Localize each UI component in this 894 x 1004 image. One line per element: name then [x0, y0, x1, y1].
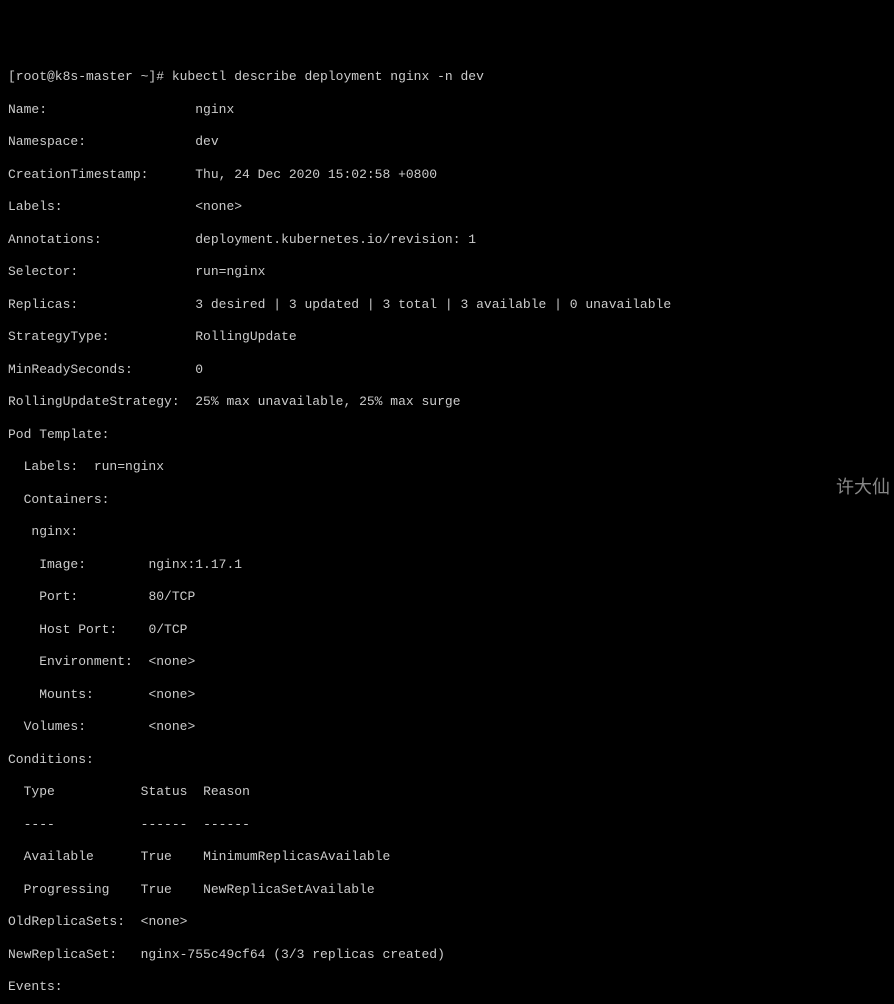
cond-type: Progressing	[8, 882, 109, 897]
value: <none>	[148, 654, 195, 669]
conditions-cols: Type Status Reason	[8, 784, 886, 800]
field-rolling: RollingUpdateStrategy: 25% max unavailab…	[8, 394, 886, 410]
pod-port: Port: 80/TCP	[8, 589, 886, 605]
cond-reason: MinimumReplicasAvailable	[203, 849, 390, 864]
value: 3 desired | 3 updated | 3 total | 3 avai…	[195, 297, 671, 312]
label: NewReplicaSet:	[8, 947, 117, 962]
pod-mounts: Mounts: <none>	[8, 687, 886, 703]
field-labels: Labels: <none>	[8, 199, 886, 215]
field-namespace: Namespace: dev	[8, 134, 886, 150]
cond-status: True	[141, 882, 172, 897]
sep: ------	[203, 817, 250, 832]
label: Name:	[8, 102, 47, 117]
value: run=nginx	[195, 264, 265, 279]
events-header: Events:	[8, 979, 886, 995]
label: Environment:	[8, 654, 133, 669]
sep: ------	[141, 817, 188, 832]
conditions-header: Conditions:	[8, 752, 886, 768]
value: 0	[195, 362, 203, 377]
sep: ----	[8, 817, 55, 832]
col-type: Type	[8, 784, 55, 799]
field-replicas: Replicas: 3 desired | 3 updated | 3 tota…	[8, 297, 886, 313]
label: MinReadySeconds:	[8, 362, 133, 377]
condition-row-available: Available True MinimumReplicasAvailable	[8, 849, 886, 865]
pod-image: Image: nginx:1.17.1	[8, 557, 886, 573]
value: 80/TCP	[148, 589, 195, 604]
field-minready: MinReadySeconds: 0	[8, 362, 886, 378]
label: Replicas:	[8, 297, 78, 312]
label: Volumes:	[8, 719, 86, 734]
field-timestamp: CreationTimestamp: Thu, 24 Dec 2020 15:0…	[8, 167, 886, 183]
value: Thu, 24 Dec 2020 15:02:58 +0800	[195, 167, 437, 182]
label: Namespace:	[8, 134, 86, 149]
label: CreationTimestamp:	[8, 167, 148, 182]
cond-reason: NewReplicaSetAvailable	[203, 882, 375, 897]
field-selector: Selector: run=nginx	[8, 264, 886, 280]
pod-volumes: Volumes: <none>	[8, 719, 886, 735]
col-reason: Reason	[203, 784, 250, 799]
value: 25% max unavailable, 25% max surge	[195, 394, 460, 409]
label: RollingUpdateStrategy:	[8, 394, 180, 409]
shell-prompt: [root@k8s-master ~]#	[8, 69, 172, 84]
cond-type: Available	[8, 849, 94, 864]
label: Image:	[8, 557, 86, 572]
value: <none>	[148, 687, 195, 702]
value: RollingUpdate	[195, 329, 296, 344]
label: OldReplicaSets:	[8, 914, 125, 929]
pod-containers: Containers:	[8, 492, 886, 508]
label: Port:	[8, 589, 78, 604]
pod-labels: Labels: run=nginx	[8, 459, 886, 475]
terminal-line: [root@k8s-master ~]# kubectl describe de…	[8, 69, 886, 85]
new-replicaset: NewReplicaSet: nginx-755c49cf64 (3/3 rep…	[8, 947, 886, 963]
pod-template-header: Pod Template:	[8, 427, 886, 443]
field-annotations: Annotations: deployment.kubernetes.io/re…	[8, 232, 886, 248]
conditions-sep: ---- ------ ------	[8, 817, 886, 833]
watermark-text: 许大仙	[836, 476, 890, 499]
label: StrategyType:	[8, 329, 109, 344]
cond-status: True	[141, 849, 172, 864]
pod-hostport: Host Port: 0/TCP	[8, 622, 886, 638]
value: <none>	[141, 914, 188, 929]
value: nginx	[195, 102, 234, 117]
value: deployment.kubernetes.io/revision: 1	[195, 232, 476, 247]
field-strategy: StrategyType: RollingUpdate	[8, 329, 886, 345]
condition-row-progressing: Progressing True NewReplicaSetAvailable	[8, 882, 886, 898]
old-replicasets: OldReplicaSets: <none>	[8, 914, 886, 930]
shell-command[interactable]: kubectl describe deployment nginx -n dev	[172, 69, 484, 84]
label: Selector:	[8, 264, 78, 279]
value: <none>	[148, 719, 195, 734]
field-name: Name: nginx	[8, 102, 886, 118]
value: 0/TCP	[148, 622, 187, 637]
pod-container-name: nginx:	[8, 524, 886, 540]
col-status: Status	[141, 784, 188, 799]
label: Mounts:	[8, 687, 94, 702]
label: Annotations:	[8, 232, 102, 247]
label: Labels:	[8, 199, 63, 214]
value: dev	[195, 134, 218, 149]
value: <none>	[195, 199, 242, 214]
value: nginx:1.17.1	[148, 557, 242, 572]
pod-env: Environment: <none>	[8, 654, 886, 670]
value: nginx-755c49cf64 (3/3 replicas created)	[141, 947, 445, 962]
label: Host Port:	[8, 622, 117, 637]
